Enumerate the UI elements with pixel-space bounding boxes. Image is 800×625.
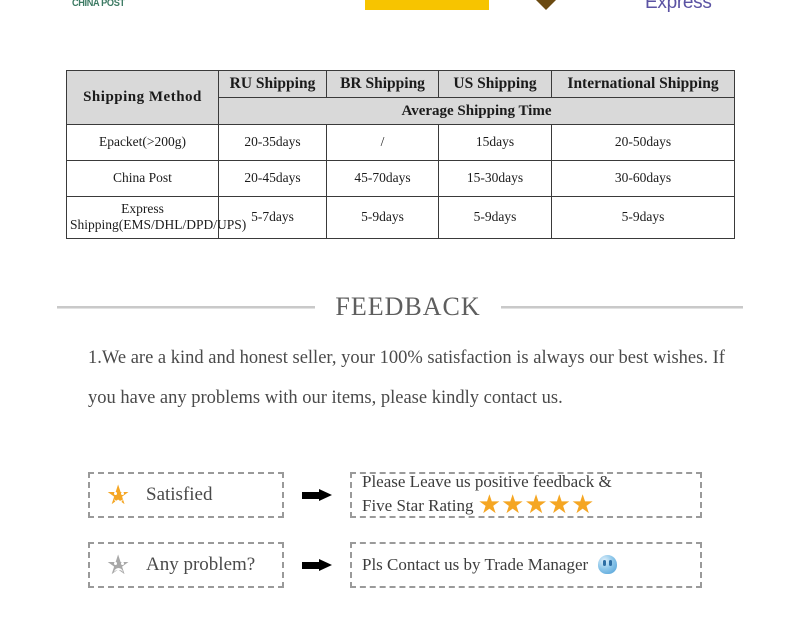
cell-ru: 20-45days <box>218 159 327 197</box>
positive-feedback-box[interactable]: Please Leave us positive feedback & Five… <box>350 472 702 518</box>
feedback-row-problem: ★ Any problem? Pls Contact us by Trade M… <box>88 542 718 588</box>
cell-method: China Post <box>66 159 219 197</box>
feedback-row-satisfied: ★ Satisfied Please Leave us positive fee… <box>88 472 718 518</box>
satisfied-label: Satisfied <box>146 484 213 505</box>
five-star-rating-icon: ★★★★★ <box>477 490 595 519</box>
trade-manager-icon[interactable] <box>598 555 618 574</box>
positive-feedback-text: Please Leave us positive feedback & Five… <box>362 472 612 518</box>
any-problem-box[interactable]: ★ Any problem? <box>88 542 284 588</box>
header-international-shipping: International Shipping <box>551 70 735 98</box>
cell-method: Express Shipping(EMS/DHL/DPD/UPS) <box>66 195 246 239</box>
satisfied-box[interactable]: ★ Satisfied <box>88 472 284 518</box>
dhl-yellow-bar-logo <box>365 0 489 10</box>
header-br-shipping: BR Shipping <box>326 70 439 98</box>
positive-feedback-line2: Five Star Rating ★★★★★ <box>362 490 595 519</box>
right-arrow-icon <box>284 559 350 571</box>
sad-star-icon: ★ <box>106 550 131 580</box>
header-average-shipping-time: Average Shipping Time <box>218 97 735 125</box>
any-problem-label: Any problem? <box>146 554 256 575</box>
header-us-shipping: US Shipping <box>438 70 552 98</box>
feedback-heading: FEEDBACK <box>0 288 800 326</box>
cell-br: 5-9days <box>326 195 439 239</box>
cell-us: 15-30days <box>438 159 552 197</box>
header-ru-shipping: RU Shipping <box>218 70 327 98</box>
trade-manager-box[interactable]: Pls Contact us by Trade Manager <box>350 542 702 588</box>
cell-us: 15days <box>438 124 552 161</box>
cell-us: 5-9days <box>438 195 552 239</box>
logo-strip: CHINA POST Express <box>0 0 800 24</box>
table-header-row: Shipping Method RU Shipping BR Shipping … <box>66 70 735 125</box>
cell-method: Epacket(>200g) <box>66 124 219 161</box>
smiling-star-icon: ★ <box>106 480 131 510</box>
trade-manager-text: Pls Contact us by Trade Manager <box>362 544 618 586</box>
header-shipping-method: Shipping Method <box>66 70 219 125</box>
cell-intl: 5-9days <box>551 195 735 239</box>
page-title: FEEDBACK <box>335 292 481 321</box>
cell-intl: 20-50days <box>551 124 735 161</box>
express-logo: Express <box>645 0 712 13</box>
heading-rule-left <box>57 305 316 309</box>
heading-rule-right <box>500 305 743 309</box>
table-row: China Post 20-45days 45-70days 15-30days… <box>66 159 735 197</box>
cell-br: 45-70days <box>326 159 439 197</box>
china-post-logo: CHINA POST <box>72 0 125 9</box>
cell-intl: 30-60days <box>551 159 735 197</box>
feedback-paragraph: 1.We are a kind and honest seller, your … <box>88 348 725 408</box>
chevron-logo-icon <box>516 0 576 10</box>
shipping-method-table: Shipping Method RU Shipping BR Shipping … <box>66 70 735 239</box>
cell-ru: 20-35days <box>218 124 327 161</box>
right-arrow-icon <box>284 489 350 501</box>
trade-manager-label: Pls Contact us by Trade Manager <box>362 555 589 574</box>
table-row: Express Shipping(EMS/DHL/DPD/UPS) 5-7day… <box>66 195 735 239</box>
table-row: Epacket(>200g) 20-35days / 15days 20-50d… <box>66 124 735 161</box>
cell-br: / <box>326 124 439 161</box>
positive-feedback-line1: Please Leave us positive feedback & <box>362 472 612 491</box>
